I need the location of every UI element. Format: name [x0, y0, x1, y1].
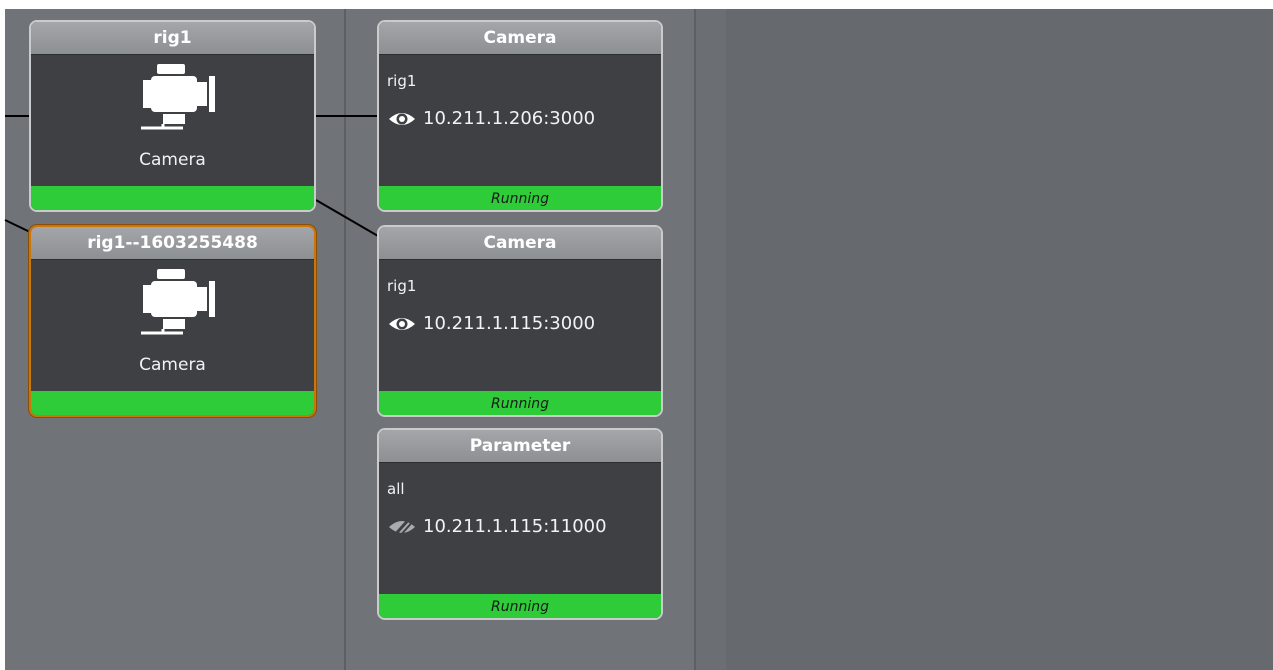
status-bar	[31, 391, 314, 415]
eye-off-icon[interactable]	[387, 516, 417, 537]
camera-icon	[31, 62, 314, 142]
node-label: Camera	[139, 150, 206, 170]
status-bar: Running	[379, 186, 661, 210]
node-label: Camera	[139, 355, 206, 375]
camera-icon	[31, 267, 314, 347]
service-node-camera-115[interactable]: Camera rig1 10.211.1.115:3000 Running	[377, 225, 663, 417]
column-splitter[interactable]	[694, 9, 728, 670]
service-node-camera-206[interactable]: Camera rig1 10.211.1.206:3000 Running	[377, 20, 663, 212]
service-node-parameter[interactable]: Parameter all 10.211.1.115:11000 Running	[377, 428, 663, 620]
empty-canvas-area	[726, 9, 1273, 670]
node-rig-name: rig1	[387, 72, 417, 90]
node-address: 10.211.1.115:11000	[423, 516, 607, 537]
node-title: Camera	[379, 22, 661, 55]
node-title: rig1--1603255488	[31, 227, 314, 260]
node-address: 10.211.1.206:3000	[423, 108, 596, 129]
status-bar	[31, 186, 314, 210]
node-rig-name: rig1	[387, 277, 417, 295]
status-bar: Running	[379, 594, 661, 618]
node-scope: all	[387, 480, 405, 498]
node-title: Camera	[379, 227, 661, 260]
eye-icon[interactable]	[387, 109, 417, 129]
node-address: 10.211.1.115:3000	[423, 313, 596, 334]
status-bar: Running	[379, 391, 661, 415]
rig-node-rig1[interactable]: rig1 Camera	[29, 20, 316, 212]
node-title: Parameter	[379, 430, 661, 463]
rig-node-rig1--1603255488[interactable]: rig1--1603255488 Camera	[29, 225, 316, 417]
node-title: rig1	[31, 22, 314, 55]
eye-icon[interactable]	[387, 314, 417, 334]
